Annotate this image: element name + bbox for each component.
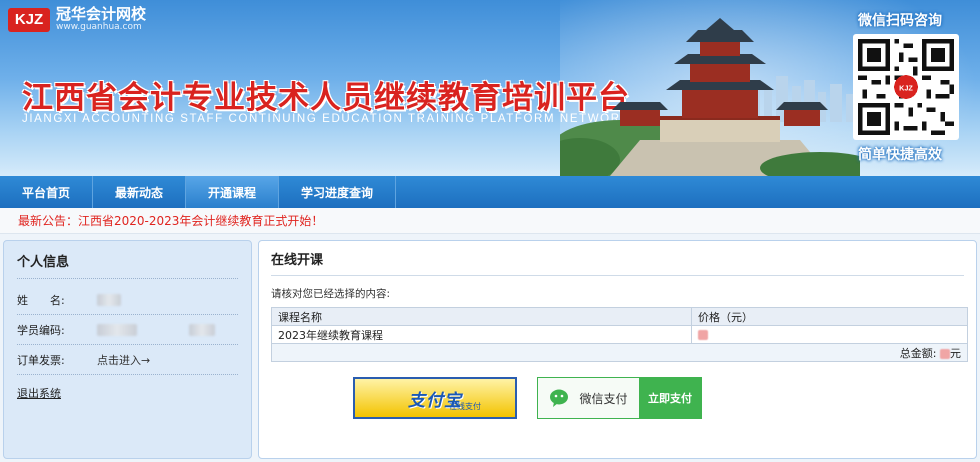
nav-news[interactable]: 最新动态: [93, 176, 187, 208]
qr-code-icon: KJZ: [858, 39, 954, 135]
name-label: 姓 名:: [17, 293, 65, 307]
profile-id-row: 学员编码:: [17, 315, 238, 345]
page-title: 江西省会计专业技术人员继续教育培训平台: [22, 80, 630, 116]
profile-title: 个人信息: [17, 251, 238, 279]
qr-title: 微信扫码咨询: [858, 13, 942, 29]
profile-name-row: 姓 名:: [17, 285, 238, 315]
logout-link[interactable]: 退出系统: [17, 385, 238, 401]
order-hint: 请核对您已经选择的内容:: [271, 288, 391, 300]
profile-invoice-row: 订单发票: 点击进入→: [17, 345, 238, 375]
profile-panel: 个人信息 姓 名: 学员编码: 订单发票: 点击进入→ 退出系统: [3, 240, 252, 459]
name-value-redacted: [97, 293, 121, 306]
announcement-text[interactable]: 最新公告：江西省2020-2023年会计继续教育正式开始！: [18, 212, 323, 229]
logo-url: www.guanhua.com: [56, 22, 142, 32]
announcement-bar: 最新公告：江西省2020-2023年会计继续教育正式开始！: [0, 208, 980, 234]
wechat-qr-code: KJZ: [853, 34, 959, 140]
invoice-label: 订单发票:: [17, 353, 65, 367]
logo-mark: KJZ: [8, 7, 50, 32]
pay-now-label: 立即支付: [639, 378, 701, 418]
total-value-redacted: [940, 348, 950, 359]
order-table-header: 课程名称 价格（元）: [271, 307, 968, 326]
order-table: 课程名称 价格（元） 2023年继续教育课程 总金额: 元: [271, 307, 968, 362]
nav-progress-query[interactable]: 学习进度查询: [279, 176, 397, 208]
col-course-name: 课程名称: [271, 307, 692, 326]
total-label: 总金额:: [899, 346, 937, 360]
course-name-cell: 2023年继续教育课程: [271, 325, 692, 344]
payment-options: 支付宝 在线支付 微信支付 立即支付: [353, 377, 702, 419]
total-row: 总金额: 元: [271, 343, 968, 362]
id-label: 学员编码:: [17, 323, 65, 337]
logo-name: 冠华会计网校: [56, 5, 147, 23]
wechat-pay-label: 微信支付: [579, 391, 628, 406]
qr-center-badge: KJZ: [899, 84, 913, 93]
nav-home[interactable]: 平台首页: [0, 176, 94, 208]
nav-open-course[interactable]: 开通课程: [186, 176, 280, 208]
total-cell: 总金额: 元: [271, 343, 968, 362]
invoice-link[interactable]: 点击进入→: [97, 352, 150, 368]
wechat-pay-label-area: 微信支付: [538, 378, 639, 418]
qr-slogan: 简单快捷高效: [858, 147, 942, 163]
pavilion-illustration: [560, 18, 860, 176]
total-unit: 元: [950, 346, 961, 360]
order-title: 在线开课: [271, 249, 964, 276]
alipay-button[interactable]: 支付宝 在线支付: [353, 377, 517, 419]
page-subtitle: JIANGXI ACCOUNTING STAFF CONTINUING EDUC…: [22, 113, 630, 125]
logo-text: 冠华会计网校 www.guanhua.com: [56, 6, 146, 33]
alipay-sub: 在线支付: [449, 402, 481, 411]
wechat-icon: [550, 389, 569, 407]
id-extra-redacted: [189, 323, 215, 336]
id-value-redacted: [97, 323, 137, 336]
price-value-redacted: [698, 330, 708, 340]
col-price: 价格（元）: [691, 307, 968, 326]
main-nav: 平台首页 最新动态 开通课程 学习进度查询: [0, 176, 980, 208]
table-row: 2023年继续教育课程: [271, 325, 968, 344]
site-logo[interactable]: KJZ 冠华会计网校 www.guanhua.com: [8, 6, 146, 33]
header-banner: KJZ 冠华会计网校 www.guanhua.com 江西省会计专业技术人员继续…: [0, 0, 980, 176]
price-cell: [691, 325, 968, 344]
order-panel: 在线开课 请核对您已经选择的内容: 课程名称 价格（元） 2023年继续教育课程…: [258, 240, 977, 459]
wechat-pay-button[interactable]: 微信支付 立即支付: [537, 377, 702, 419]
